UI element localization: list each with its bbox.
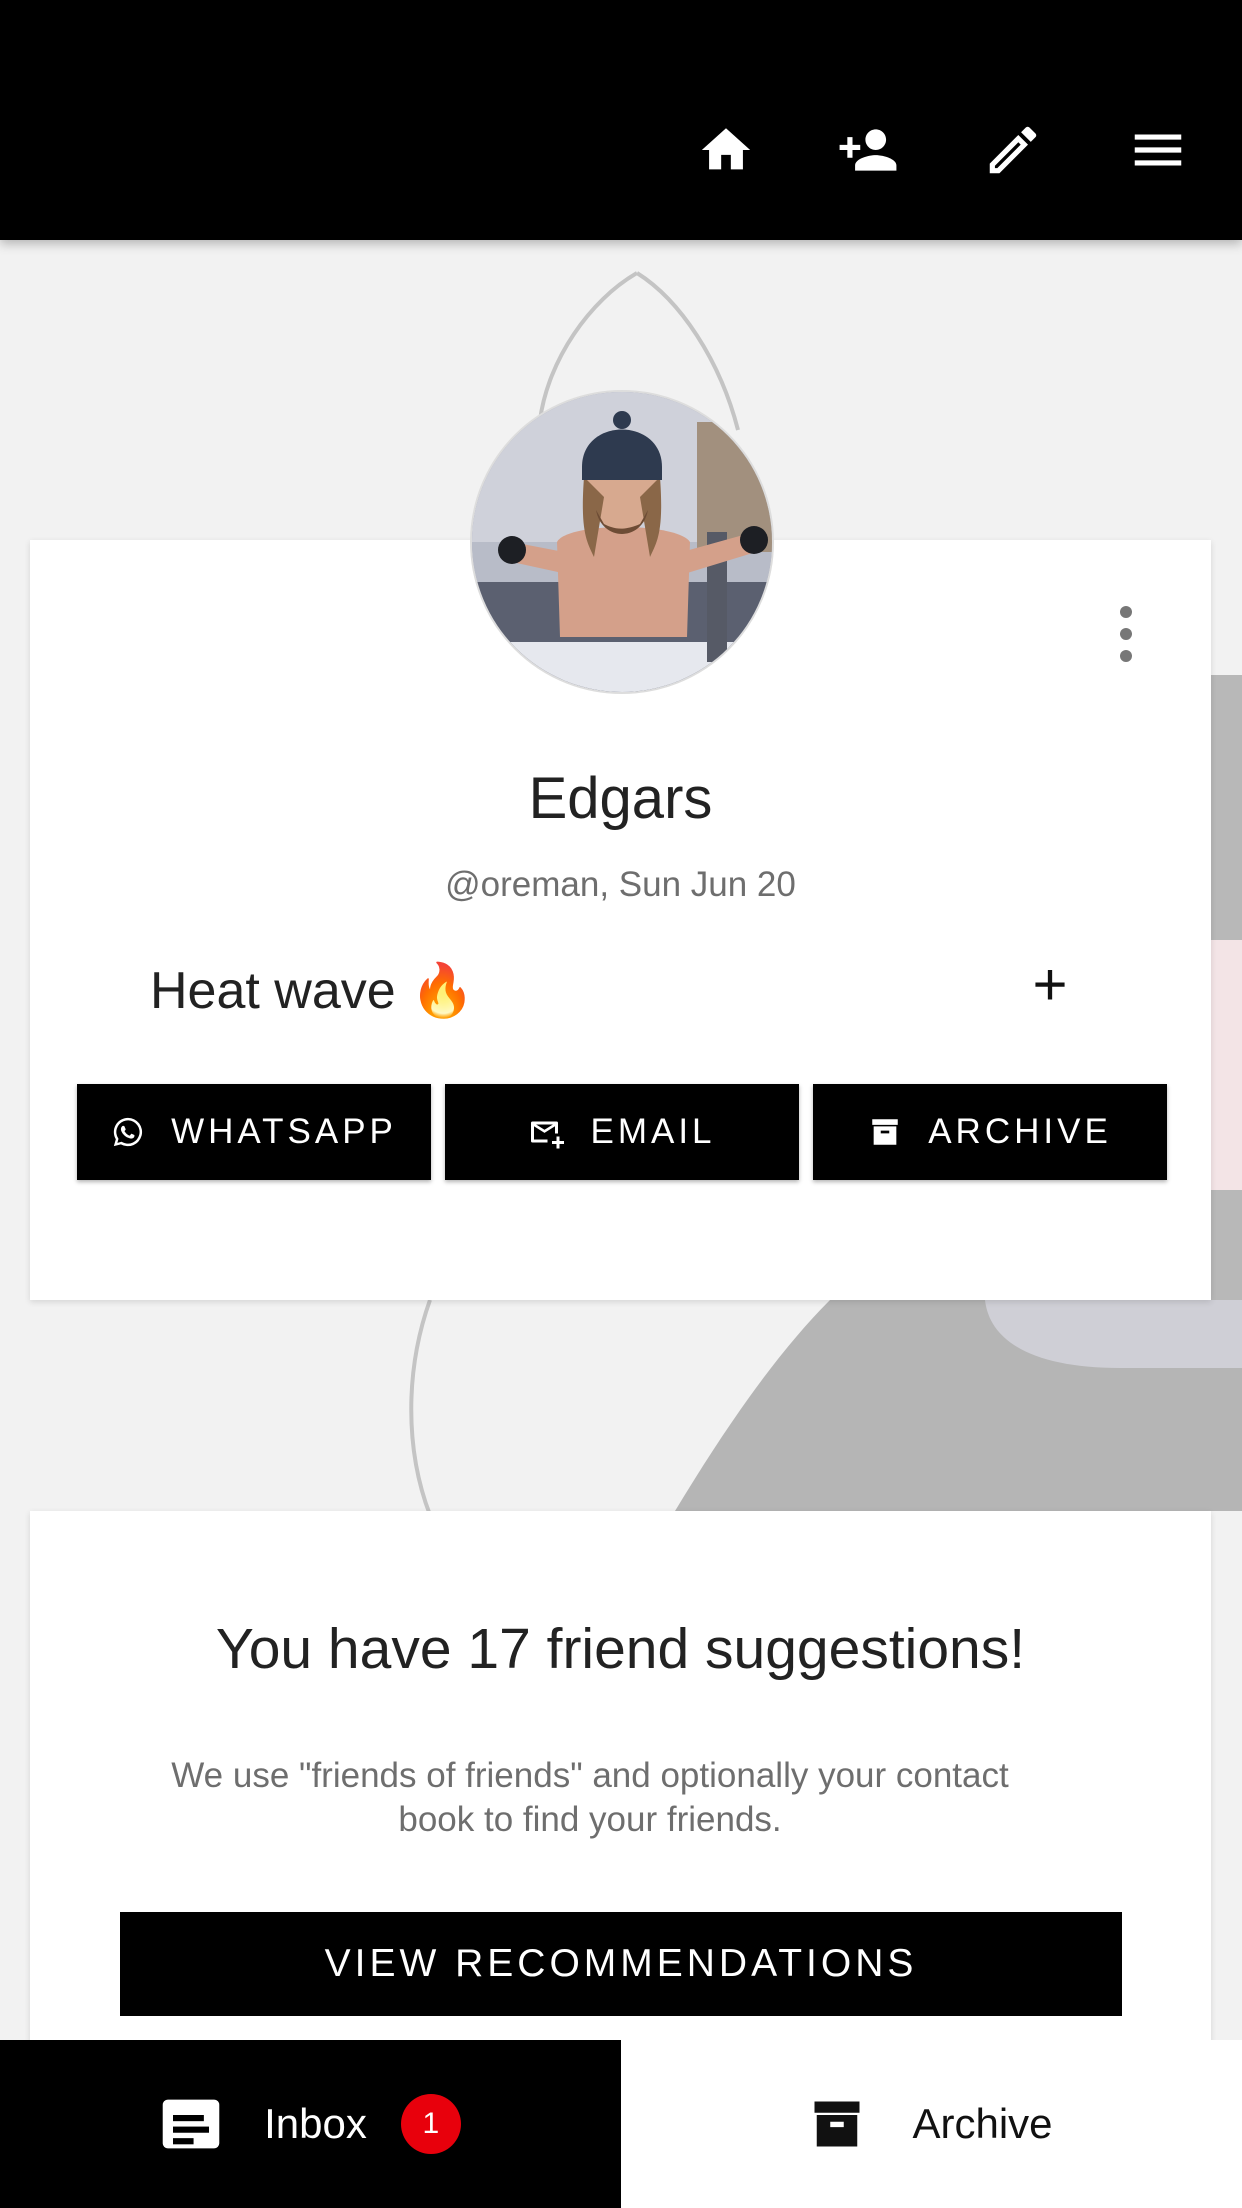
more-options-button[interactable] [1106,600,1146,670]
action-buttons: WHATSAPP EMAIL ARCHIVE [77,1084,1167,1180]
profile-avatar[interactable] [470,390,774,694]
profile-name: Edgars [528,766,713,831]
tab-archive[interactable]: Archive [621,2040,1242,2208]
profile-status: Heat wave 🔥 [150,962,475,1020]
inbox-icon [162,2099,220,2149]
whatsapp-label: WHATSAPP [171,1112,397,1151]
archive-tab-label: Archive [912,2100,1053,2147]
friend-suggestions-card: You have 17 friend suggestions! We use "… [30,1511,1211,2051]
bottom-navigation: Inbox 1 Archive [0,2040,1242,2208]
menu-button[interactable] [1113,110,1203,190]
inbox-count-badge: 1 [400,2094,461,2154]
home-icon [701,128,751,170]
menu-icon [1134,134,1182,166]
suggestions-title: You have 17 friend suggestions! [215,1617,1026,1681]
more-vert-icon [1106,606,1146,662]
add-friend-button[interactable] [823,110,913,190]
email-label: EMAIL [590,1112,716,1151]
avatar-photo [472,392,772,692]
whatsapp-icon [113,1117,143,1147]
edit-pencil-icon [989,126,1037,174]
archive-icon [872,1119,898,1145]
profile-meta: @oreman, Sun Jun 20 [445,865,796,904]
inbox-label: Inbox [264,2100,367,2147]
archive-button[interactable]: ARCHIVE [813,1084,1167,1180]
add-person-icon [839,129,897,171]
archive-tab-icon [814,2101,860,2147]
tab-inbox[interactable]: Inbox 1 [0,2040,621,2208]
email-icon [531,1121,565,1149]
view-recommendations-button[interactable]: VIEW RECOMMENDATIONS [120,1912,1122,2016]
email-button[interactable]: EMAIL [445,1084,799,1180]
archive-label: ARCHIVE [928,1112,1112,1151]
suggestions-description: We use "friends of friends" and optional… [171,1756,1009,1839]
top-app-bar [0,0,1242,240]
whatsapp-button[interactable]: WHATSAPP [77,1084,431,1180]
edit-button[interactable] [968,110,1058,190]
add-status-button[interactable]: + [1010,945,1090,1025]
home-button[interactable] [681,110,771,190]
